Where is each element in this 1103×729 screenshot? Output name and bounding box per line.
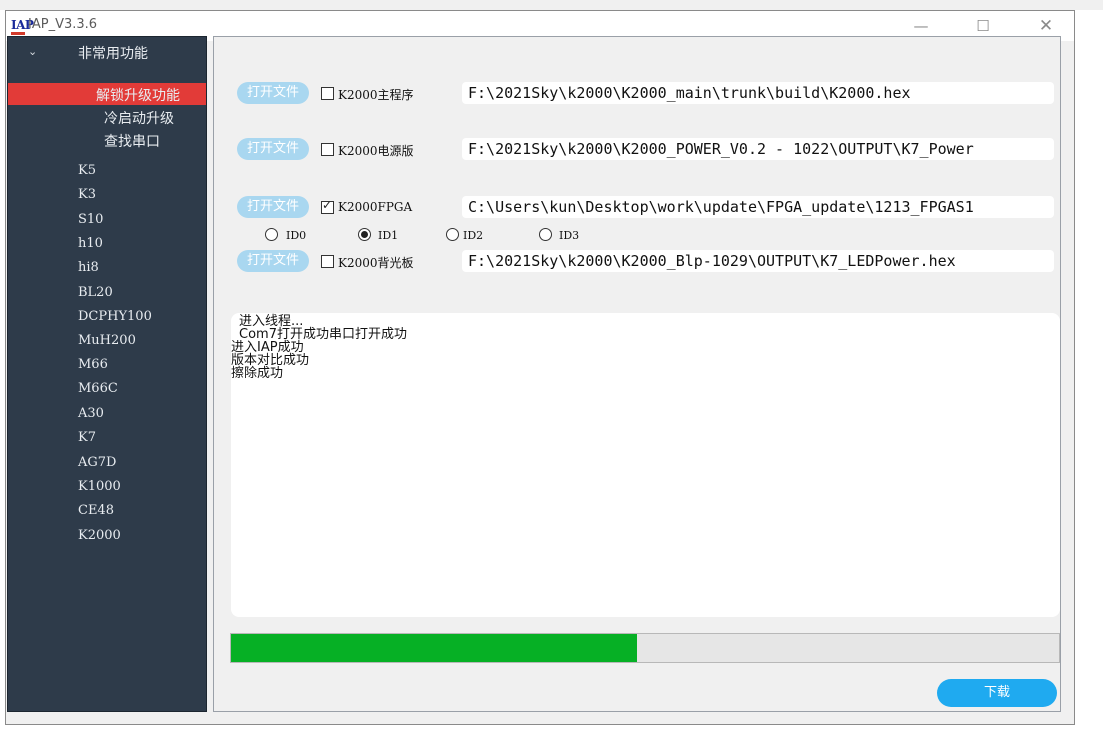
tree-item-k2000[interactable]: K2000	[78, 528, 121, 543]
tree-item-hi8[interactable]: hi8	[78, 260, 99, 275]
tree-item-k5[interactable]: K5	[78, 163, 96, 178]
tree-item-k1000[interactable]: K1000	[78, 479, 121, 494]
radio-id1[interactable]	[358, 228, 371, 241]
tree-group-label[interactable]: 非常用功能	[78, 43, 148, 63]
radio-id0[interactable]	[265, 228, 278, 241]
tree-item-cold-boot-upgrade[interactable]: 冷启动升级	[8, 106, 206, 128]
tree-item-ag7d[interactable]: AG7D	[78, 455, 116, 470]
app-logo-mark	[11, 32, 25, 35]
path-field-main[interactable]: F:\2021Sky\k2000\K2000_main\trunk\build\…	[462, 82, 1054, 104]
open-file-button-fpga[interactable]: 打开文件	[237, 196, 309, 218]
main-panel: 打开文件 K2000主程序 F:\2021Sky\k2000\K2000_mai…	[213, 36, 1061, 712]
checkbox-backlight[interactable]	[321, 255, 334, 268]
path-field-fpga[interactable]: C:\Users\kun\Desktop\work\update\FPGA_up…	[462, 196, 1054, 218]
download-button[interactable]: 下载	[937, 679, 1057, 707]
tree-item-dcphy100[interactable]: DCPHY100	[78, 309, 152, 324]
path-field-backlight[interactable]: F:\2021Sky\k2000\K2000_Blp-1029\OUTPUT\K…	[462, 250, 1054, 272]
file-label-power: K2000电源版	[338, 144, 414, 158]
tree-item-find-serial[interactable]: 查找串口	[8, 129, 206, 151]
window-title: IAP_V3.3.6	[28, 17, 98, 32]
tree-item-unlock-upgrade[interactable]: 解锁升级功能	[8, 83, 206, 105]
file-label-backlight: K2000背光板	[338, 256, 414, 270]
tree-item-m66[interactable]: M66	[78, 357, 108, 372]
open-file-button-power[interactable]: 打开文件	[237, 138, 309, 160]
open-file-button-backlight[interactable]: 打开文件	[237, 250, 309, 272]
tree-item-label: 查找串口	[104, 134, 160, 150]
open-file-button-main[interactable]: 打开文件	[237, 82, 309, 104]
radio-id2-label: ID2	[463, 229, 484, 242]
checkbox-fpga[interactable]	[321, 198, 334, 214]
tree-item-label: 解锁升级功能	[96, 88, 180, 104]
tree-item-bl20[interactable]: BL20	[78, 285, 113, 300]
tree-item-muh200[interactable]: MuH200	[78, 333, 136, 348]
tree-item-ce48[interactable]: CE48	[78, 503, 114, 518]
background-strip	[0, 0, 1103, 10]
log-output[interactable]: 进入线程... Com7打开成功串口打开成功 进入IAP成功 版本对比成功 擦除…	[231, 313, 1060, 617]
tree-item-m66c[interactable]: M66C	[78, 381, 118, 396]
radio-id2[interactable]	[446, 228, 459, 241]
file-label-main: K2000主程序	[338, 88, 414, 102]
radio-id1-label: ID1	[378, 229, 399, 242]
radio-id0-label: ID0	[286, 229, 307, 242]
checkbox-power[interactable]	[321, 143, 334, 156]
radio-id3[interactable]	[539, 228, 552, 241]
log-line: 擦除成功	[231, 366, 284, 381]
progress-fill	[231, 634, 637, 662]
checkbox-main[interactable]	[321, 87, 334, 100]
tree-item-k3[interactable]: K3	[78, 187, 96, 202]
tree-item-h10[interactable]: h10	[78, 236, 103, 251]
progress-bar	[230, 633, 1060, 663]
file-label-fpga: K2000FPGA	[338, 200, 413, 214]
sidebar-tree: ⌄ 非常用功能 解锁升级功能 冷启动升级 查找串口 K5 K3 S10 h10 …	[7, 36, 207, 712]
path-field-power[interactable]: F:\2021Sky\k2000\K2000_POWER_V0.2 - 1022…	[462, 138, 1054, 160]
tree-item-a30[interactable]: A30	[78, 406, 104, 421]
tree-item-s10[interactable]: S10	[78, 212, 103, 227]
radio-id3-label: ID3	[559, 229, 580, 242]
tree-item-label: 冷启动升级	[104, 111, 174, 127]
tree-item-k7[interactable]: K7	[78, 430, 96, 445]
tree-collapse-toggle-icon[interactable]: ⌄	[28, 45, 37, 58]
